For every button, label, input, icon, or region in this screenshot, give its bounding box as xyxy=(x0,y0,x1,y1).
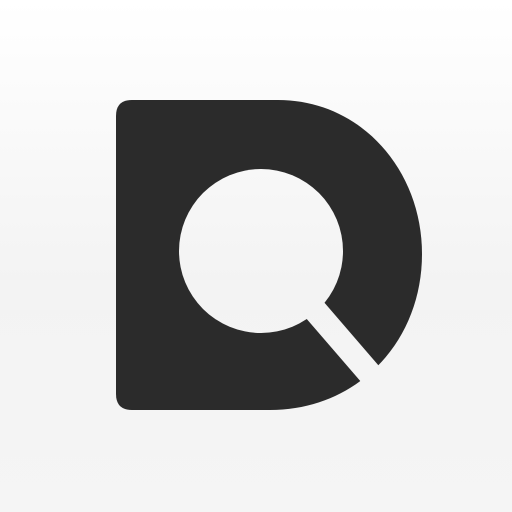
app-icon[interactable] xyxy=(0,0,512,512)
letter-d-shape xyxy=(116,100,422,410)
d-magnifier-logo-icon xyxy=(116,100,422,410)
